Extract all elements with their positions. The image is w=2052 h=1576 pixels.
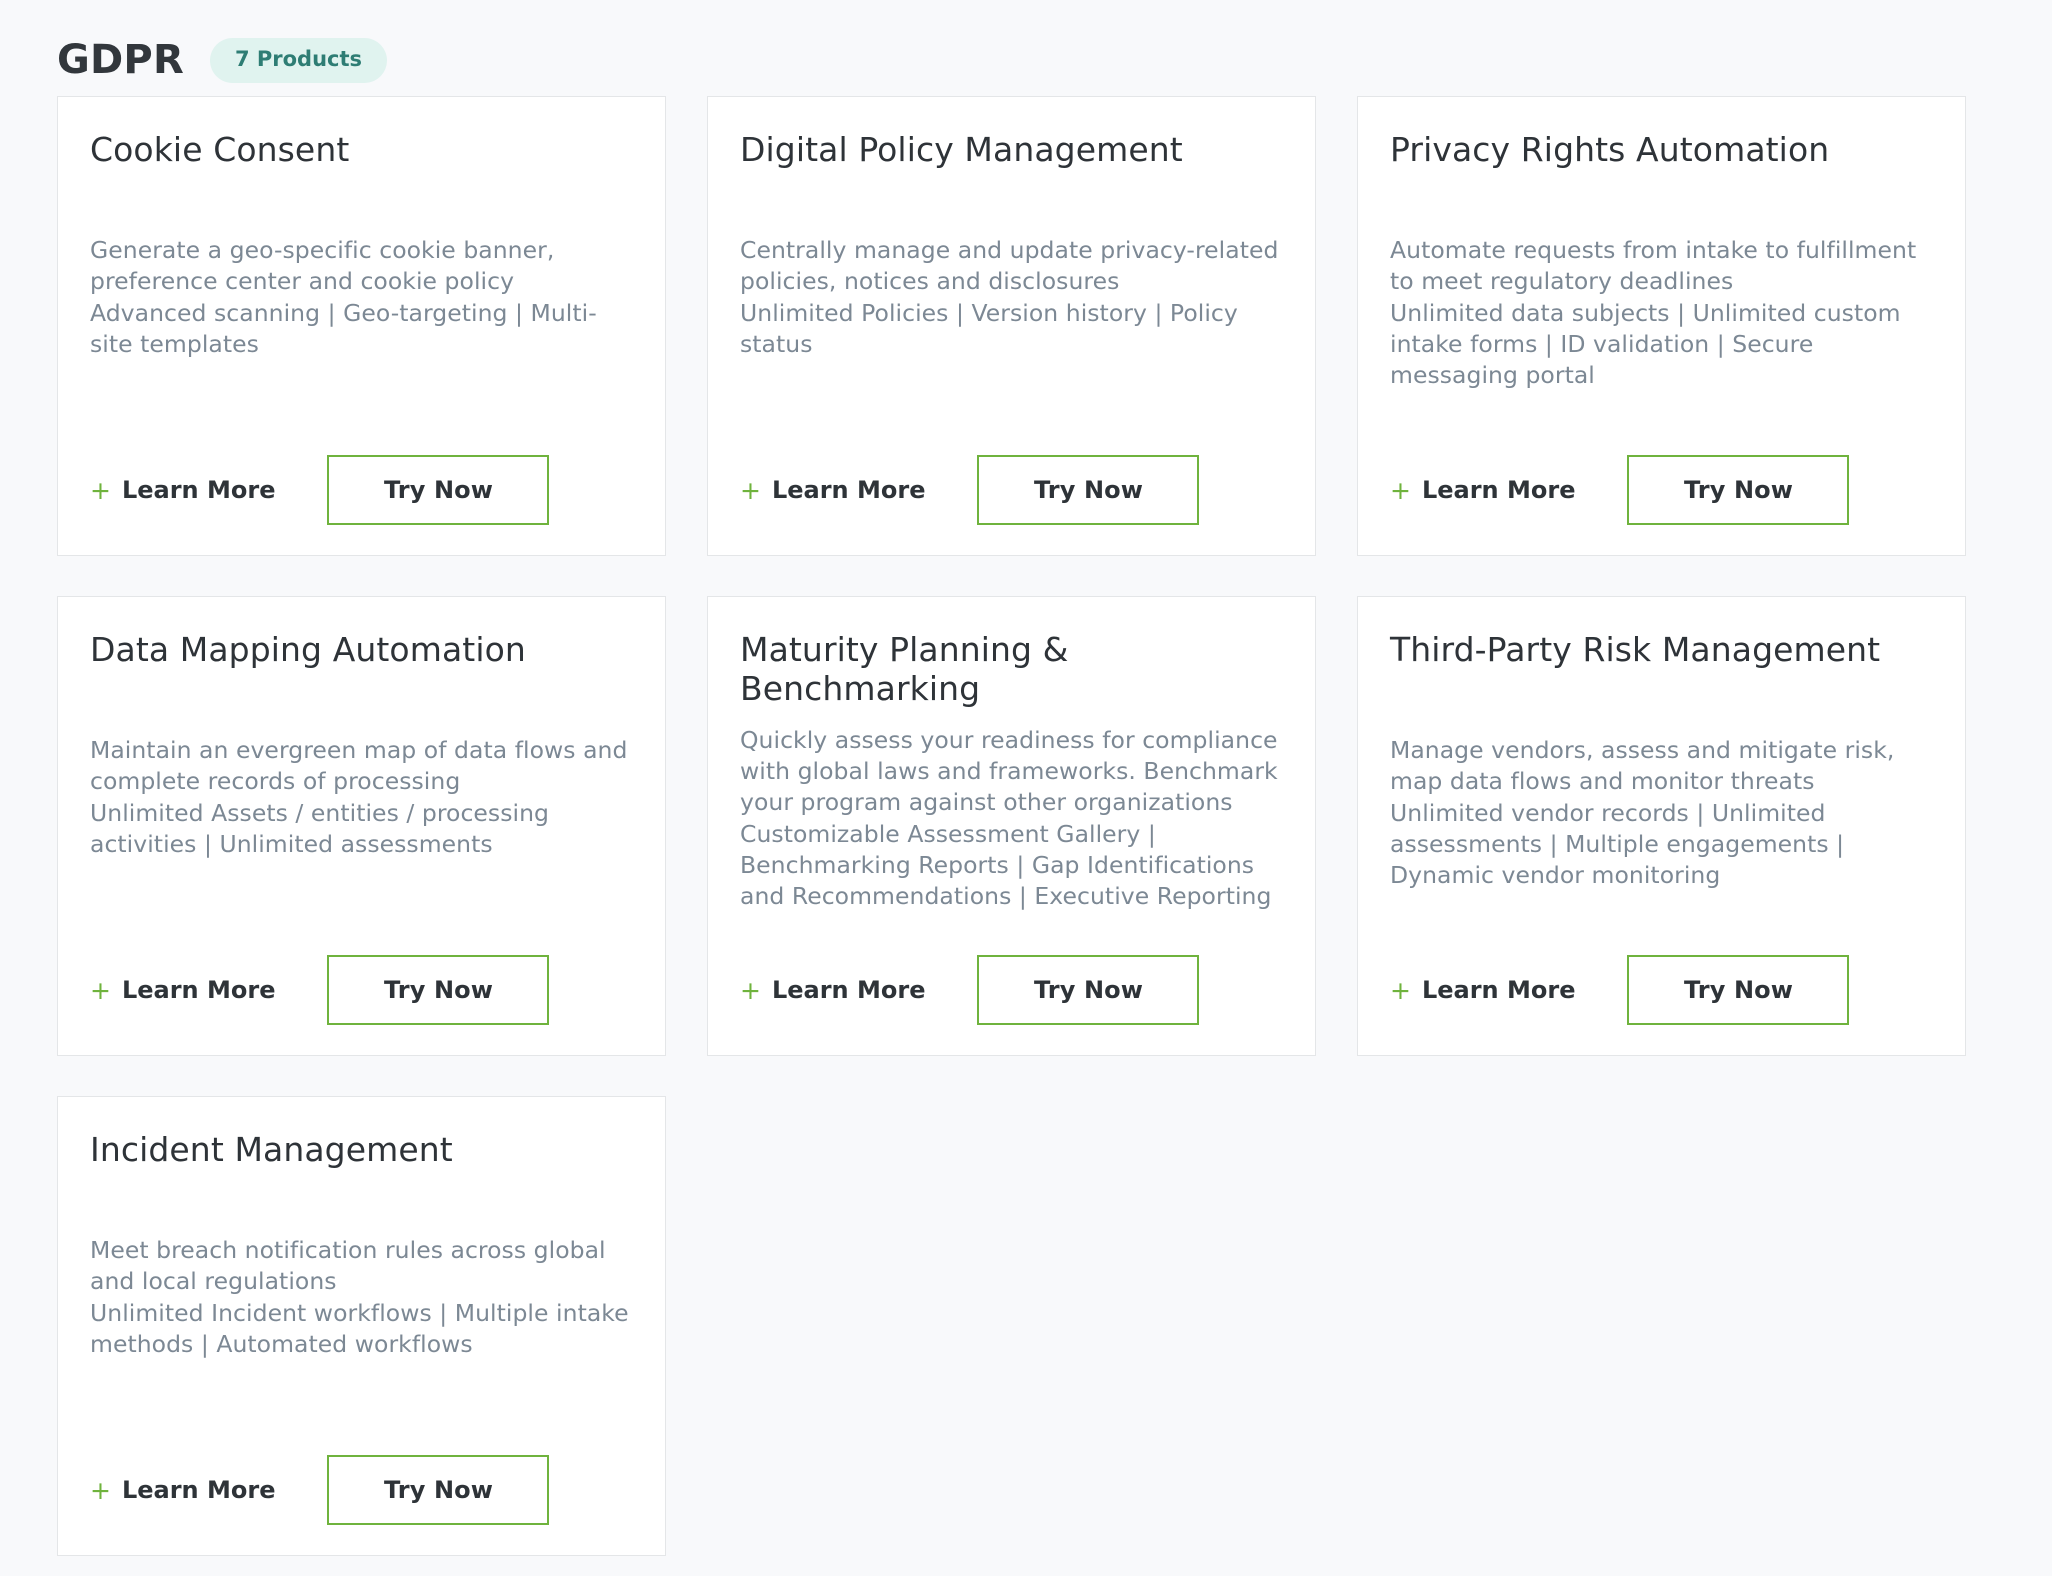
card-actions: + Learn More Try Now bbox=[90, 1455, 633, 1525]
page-title: GDPR bbox=[57, 40, 184, 80]
learn-more-button[interactable]: + Learn More bbox=[90, 1476, 275, 1504]
product-description: Automate requests from intake to fulfill… bbox=[1390, 235, 1933, 415]
product-card-digital-policy-management[interactable]: Digital Policy Management Centrally mana… bbox=[707, 96, 1316, 556]
product-description: Manage vendors, assess and mitigate risk… bbox=[1390, 735, 1933, 915]
page-header: GDPR 7 Products bbox=[0, 0, 2052, 96]
learn-more-button[interactable]: + Learn More bbox=[740, 476, 925, 504]
learn-more-button[interactable]: + Learn More bbox=[90, 476, 275, 504]
plus-icon: + bbox=[90, 1478, 111, 1503]
plus-icon: + bbox=[90, 478, 111, 503]
card-actions: + Learn More Try Now bbox=[90, 455, 633, 525]
card-actions: + Learn More Try Now bbox=[740, 955, 1283, 1025]
learn-more-label: Learn More bbox=[772, 476, 926, 504]
card-actions: + Learn More Try Now bbox=[740, 455, 1283, 525]
product-card-incident-management[interactable]: Incident Management Meet breach notifica… bbox=[57, 1096, 666, 1556]
product-count-badge: 7 Products bbox=[210, 38, 387, 83]
card-actions: + Learn More Try Now bbox=[90, 955, 633, 1025]
product-title: Digital Policy Management bbox=[740, 131, 1283, 177]
product-card-maturity-planning-benchmarking[interactable]: Maturity Planning & Benchmarking Quickly… bbox=[707, 596, 1316, 1056]
learn-more-button[interactable]: + Learn More bbox=[90, 976, 275, 1004]
try-now-button[interactable]: Try Now bbox=[977, 455, 1199, 525]
try-now-button[interactable]: Try Now bbox=[1627, 455, 1849, 525]
product-description: Maintain an evergreen map of data flows … bbox=[90, 735, 633, 915]
learn-more-label: Learn More bbox=[122, 976, 276, 1004]
product-card-privacy-rights-automation[interactable]: Privacy Rights Automation Automate reque… bbox=[1357, 96, 1966, 556]
product-title: Maturity Planning & Benchmarking bbox=[740, 631, 1283, 709]
product-description: Centrally manage and update privacy-rela… bbox=[740, 235, 1283, 415]
product-description: Quickly assess your readiness for compli… bbox=[740, 725, 1283, 915]
product-card-cookie-consent[interactable]: Cookie Consent Generate a geo-specific c… bbox=[57, 96, 666, 556]
product-description: Generate a geo-specific cookie banner, p… bbox=[90, 235, 633, 415]
try-now-button[interactable]: Try Now bbox=[1627, 955, 1849, 1025]
learn-more-button[interactable]: + Learn More bbox=[740, 976, 925, 1004]
product-title: Cookie Consent bbox=[90, 131, 633, 177]
card-actions: + Learn More Try Now bbox=[1390, 455, 1933, 525]
plus-icon: + bbox=[1390, 978, 1411, 1003]
card-actions: + Learn More Try Now bbox=[1390, 955, 1933, 1025]
gdpr-products-page: GDPR 7 Products Cookie Consent Generate … bbox=[0, 0, 2052, 1576]
learn-more-label: Learn More bbox=[772, 976, 926, 1004]
plus-icon: + bbox=[1390, 478, 1411, 503]
learn-more-button[interactable]: + Learn More bbox=[1390, 976, 1575, 1004]
learn-more-label: Learn More bbox=[122, 476, 276, 504]
product-card-third-party-risk-management[interactable]: Third-Party Risk Management Manage vendo… bbox=[1357, 596, 1966, 1056]
product-card-grid: Cookie Consent Generate a geo-specific c… bbox=[0, 96, 2052, 1556]
product-description: Meet breach notification rules across gl… bbox=[90, 1235, 633, 1415]
try-now-button[interactable]: Try Now bbox=[327, 455, 549, 525]
try-now-button[interactable]: Try Now bbox=[327, 1455, 549, 1525]
plus-icon: + bbox=[740, 978, 761, 1003]
product-title: Third-Party Risk Management bbox=[1390, 631, 1933, 677]
learn-more-label: Learn More bbox=[122, 1476, 276, 1504]
product-title: Privacy Rights Automation bbox=[1390, 131, 1933, 177]
learn-more-label: Learn More bbox=[1422, 976, 1576, 1004]
product-card-data-mapping-automation[interactable]: Data Mapping Automation Maintain an ever… bbox=[57, 596, 666, 1056]
product-title: Data Mapping Automation bbox=[90, 631, 633, 677]
learn-more-label: Learn More bbox=[1422, 476, 1576, 504]
plus-icon: + bbox=[740, 478, 761, 503]
try-now-button[interactable]: Try Now bbox=[977, 955, 1199, 1025]
plus-icon: + bbox=[90, 978, 111, 1003]
try-now-button[interactable]: Try Now bbox=[327, 955, 549, 1025]
product-title: Incident Management bbox=[90, 1131, 633, 1177]
learn-more-button[interactable]: + Learn More bbox=[1390, 476, 1575, 504]
